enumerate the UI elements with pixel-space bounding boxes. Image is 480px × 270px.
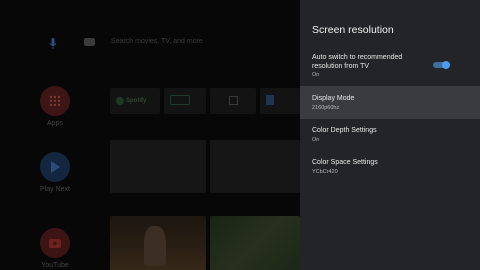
- app-tile[interactable]: [164, 88, 206, 114]
- side-app-youtube[interactable]: YouTube: [38, 228, 72, 269]
- app-tile-label: Spotify: [126, 98, 147, 104]
- auto-switch-toggle[interactable]: [433, 61, 450, 69]
- external-link-icon: [229, 96, 238, 105]
- video-thumbnail[interactable]: [210, 216, 300, 270]
- tv-app-icon: [170, 95, 190, 105]
- search-placeholder: Search movies, TV, and more: [111, 38, 203, 45]
- setting-color-space[interactable]: Color Space Settings YCbCr420: [300, 151, 480, 183]
- thumbnail-figure: [144, 226, 166, 266]
- setting-title: Display Mode: [312, 95, 355, 102]
- play-next-card[interactable]: [210, 140, 300, 193]
- keyboard-icon[interactable]: [84, 38, 95, 46]
- setting-display-mode[interactable]: Display Mode 2160p60hz: [300, 86, 480, 119]
- youtube-icon: [40, 228, 70, 258]
- setting-value: On: [312, 72, 320, 78]
- side-app-label: Apps: [47, 120, 63, 127]
- microphone-icon[interactable]: [48, 37, 58, 51]
- setting-title: Color Depth Settings: [312, 127, 377, 134]
- setting-title: Color Space Settings: [312, 159, 378, 166]
- setting-title: Auto switch to recommended resolution fr…: [312, 54, 403, 70]
- video-thumbnail[interactable]: [110, 216, 206, 270]
- search-bar[interactable]: Search movies, TV, and more: [48, 36, 203, 52]
- app-tile-spotify[interactable]: Spotify: [110, 88, 160, 114]
- settings-panel: Screen resolution Auto switch to recomme…: [300, 0, 480, 270]
- setting-value: On: [312, 137, 320, 143]
- spotify-icon: [116, 97, 124, 105]
- toggle-knob: [442, 61, 450, 69]
- side-app-label: Play Next: [40, 186, 70, 193]
- side-app-label: YouTube: [41, 262, 69, 269]
- apps-grid-icon: [40, 86, 70, 116]
- side-app-apps[interactable]: Apps: [38, 86, 72, 127]
- panel-title: Screen resolution: [312, 24, 394, 36]
- setting-value: 2160p60hz: [312, 105, 340, 111]
- play-next-card[interactable]: [110, 140, 206, 193]
- setting-color-depth[interactable]: Color Depth Settings On: [300, 119, 480, 151]
- app-icon: [266, 95, 274, 105]
- play-icon: [40, 152, 70, 182]
- setting-value: YCbCr420: [312, 169, 338, 175]
- side-app-play-next[interactable]: Play Next: [38, 152, 72, 193]
- setting-auto-switch[interactable]: Auto switch to recommended resolution fr…: [300, 47, 480, 83]
- home-screen-background: Search movies, TV, and more Apps Play Ne…: [0, 0, 300, 270]
- app-tile[interactable]: [210, 88, 256, 114]
- app-tile[interactable]: [260, 88, 300, 114]
